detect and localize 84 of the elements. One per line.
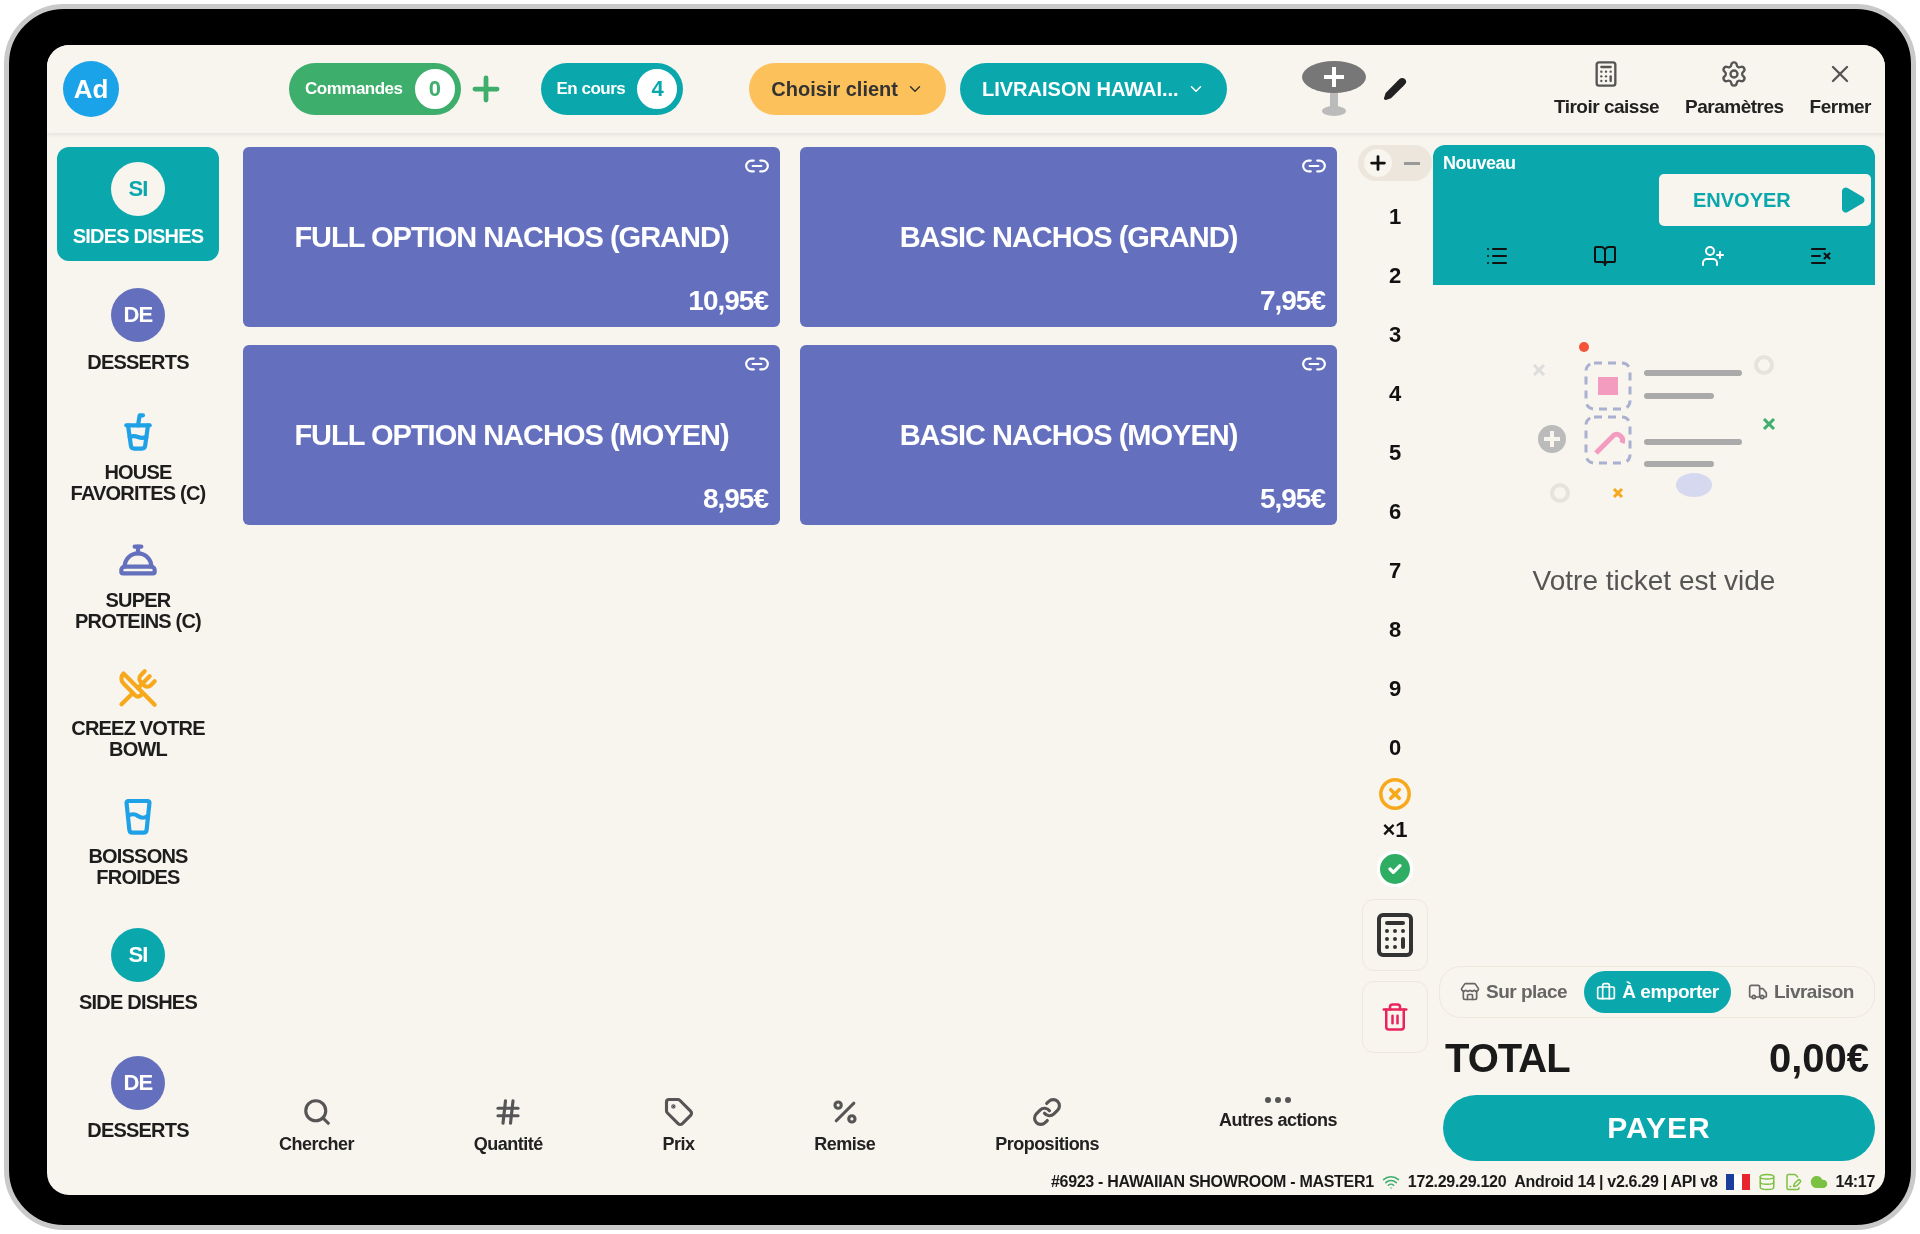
keypad-key[interactable]: 9 xyxy=(1365,659,1425,718)
category-button[interactable]: SI SIDE DISHES xyxy=(57,911,219,1029)
product-name: FULL OPTION NACHOS (MOYEN) xyxy=(294,418,729,452)
delete-button[interactable] xyxy=(1362,981,1428,1053)
keypad-key[interactable]: 8 xyxy=(1365,600,1425,659)
confirm-icon[interactable] xyxy=(1375,849,1415,889)
keypad-key[interactable]: 2 xyxy=(1365,246,1425,305)
keypad-key[interactable]: 1 xyxy=(1365,187,1425,246)
category-badge: DE xyxy=(111,1055,165,1110)
product-card[interactable]: FULL OPTION NACHOS (GRAND) 10,95€ xyxy=(243,147,780,327)
total-label: TOTAL xyxy=(1445,1036,1570,1081)
settings-icon xyxy=(1720,60,1749,88)
site-name: #6923 - HAWAIIAN SHOWROOM - MASTER1 xyxy=(1050,1173,1374,1191)
product-price: 5,95€ xyxy=(1259,483,1325,515)
category-button[interactable]: BOISSONS FROIDES xyxy=(57,783,219,901)
category-button[interactable]: CREEZ VOTRE BOWL xyxy=(57,655,219,773)
product-name: BASIC NACHOS (GRAND) xyxy=(899,220,1238,254)
minus-icon xyxy=(1404,161,1420,165)
keypad-key[interactable]: 0 xyxy=(1365,718,1425,777)
toolbar-button[interactable]: Propositions xyxy=(995,1097,1100,1155)
calculator-button[interactable] xyxy=(1362,899,1428,971)
ticket-title: Nouveau xyxy=(1443,153,1517,174)
toolbar-button[interactable]: Autres actions xyxy=(1218,1097,1337,1131)
cloud-icon xyxy=(1809,1173,1828,1191)
product-card[interactable]: BASIC NACHOS (GRAND) 7,95€ xyxy=(800,147,1337,327)
header-action-button[interactable]: Tiroir caisse xyxy=(1553,60,1660,118)
trash-icon xyxy=(1380,1002,1410,1032)
category-button[interactable]: HOUSE FAVORITES (C) xyxy=(57,399,219,517)
category-label: DESSERTS xyxy=(87,351,189,373)
order-mode-tab[interactable]: Sur place xyxy=(1448,971,1580,1013)
product-price: 10,95€ xyxy=(688,285,768,317)
store-icon xyxy=(1460,982,1480,1002)
tag-icon xyxy=(663,1097,694,1127)
order-mode-tab[interactable]: Livraison xyxy=(1736,971,1866,1013)
category-badge: SI xyxy=(111,927,165,982)
wifi-icon xyxy=(1381,1173,1400,1191)
keypad-key[interactable]: 6 xyxy=(1365,482,1425,541)
pedestal-plus-icon[interactable] xyxy=(1300,59,1367,119)
product-card[interactable]: FULL OPTION NACHOS (MOYEN) 8,95€ xyxy=(243,345,780,525)
header-action-button[interactable]: Fermer xyxy=(1809,60,1871,118)
category-label: SUPER PROTEINS (C) xyxy=(74,590,202,632)
signed-document-icon xyxy=(1783,1173,1802,1191)
toolbar-button[interactable]: Chercher xyxy=(279,1097,355,1155)
plus-button[interactable] xyxy=(1364,149,1392,177)
header-action-button[interactable]: Paramètres xyxy=(1685,60,1784,118)
toolbar-button[interactable]: Quantité xyxy=(473,1097,543,1155)
plus-icon xyxy=(1367,152,1389,174)
category-badge: DE xyxy=(111,287,165,342)
toolbar-button[interactable]: Prix xyxy=(662,1097,695,1155)
category-label: SIDES DISHES xyxy=(72,225,204,247)
choose-client-button[interactable]: Choisir client xyxy=(749,63,946,115)
link-icon xyxy=(1032,1097,1063,1127)
category-button[interactable]: DE DESSERTS xyxy=(57,271,219,389)
keypad-key[interactable]: 3 xyxy=(1365,305,1425,364)
category-label: CREEZ VOTRE BOWL xyxy=(70,718,206,760)
clock-time: 14:17 xyxy=(1835,1173,1875,1191)
category-badge: SI xyxy=(111,161,165,216)
system-version: Android 14 | v2.6.29 | API v8 xyxy=(1514,1173,1718,1191)
toolbar-button[interactable]: Remise xyxy=(814,1097,876,1155)
more-icon xyxy=(1264,1097,1291,1103)
truck-icon xyxy=(1748,982,1768,1002)
category-label: SIDE DISHES xyxy=(79,991,197,1013)
keypad-key[interactable]: 5 xyxy=(1365,423,1425,482)
total-amount: 0,00€ xyxy=(1768,1036,1869,1081)
quantity-multiplier: ×1 xyxy=(1382,817,1408,843)
flag-icon xyxy=(1725,1174,1750,1190)
keypad-key[interactable]: 7 xyxy=(1365,541,1425,600)
category-label: HOUSE FAVORITES (C) xyxy=(69,462,207,504)
pencil-icon[interactable] xyxy=(1382,77,1407,101)
category-label: BOISSONS FROIDES xyxy=(87,846,189,888)
product-price: 7,95€ xyxy=(1259,285,1325,317)
empty-ticket-message: Votre ticket est vide xyxy=(1532,565,1776,597)
search-icon xyxy=(301,1097,332,1127)
category-button[interactable]: SUPER PROTEINS (C) xyxy=(57,527,219,645)
product-name: BASIC NACHOS (MOYEN) xyxy=(899,418,1238,452)
keypad-key[interactable]: 4 xyxy=(1365,364,1425,423)
bag-icon xyxy=(1596,982,1617,1002)
product-card[interactable]: BASIC NACHOS (MOYEN) 5,95€ xyxy=(800,345,1337,525)
database-icon xyxy=(1757,1173,1776,1191)
category-label: DESSERTS xyxy=(87,1119,189,1141)
ip-address: 172.29.29.120 xyxy=(1407,1173,1507,1191)
product-price: 8,95€ xyxy=(702,483,768,515)
category-button[interactable]: DE DESSERTS xyxy=(57,1039,219,1157)
product-name: FULL OPTION NACHOS (GRAND) xyxy=(294,220,729,254)
